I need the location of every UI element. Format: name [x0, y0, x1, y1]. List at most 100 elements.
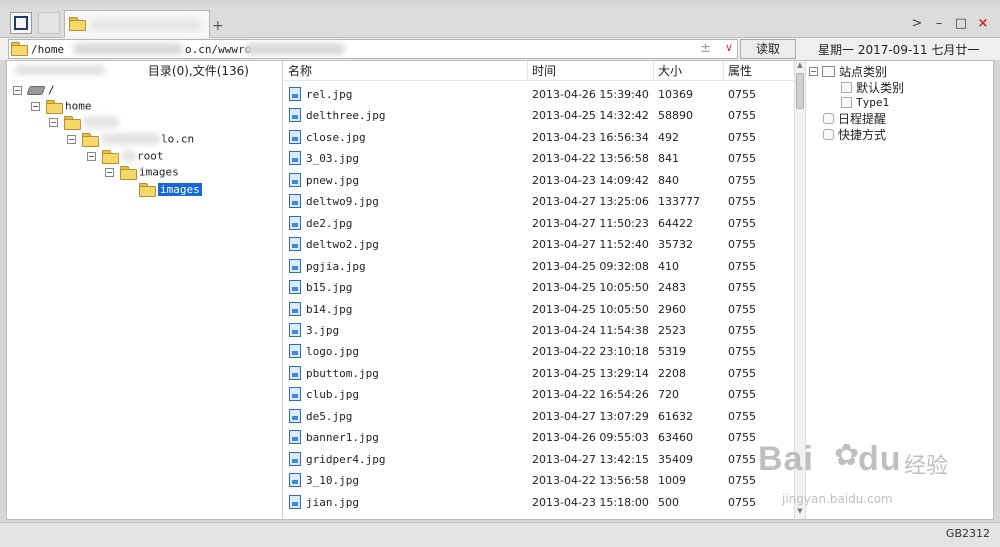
table-row[interactable]: 3_03.jpg 2013-04-22 13:56:58 841 0755	[284, 148, 789, 169]
minimize-button[interactable]: –	[930, 15, 948, 33]
encoding-label[interactable]: GB2312	[946, 527, 990, 540]
schedule-node[interactable]: 日程提醒	[823, 110, 886, 126]
file-attr: 0755	[728, 281, 756, 295]
scroll-up-icon[interactable]: ▲	[795, 61, 805, 73]
collapse-icon[interactable]: −	[49, 117, 58, 127]
table-row[interactable]: b15.jpg 2013-04-25 10:05:50 2483 0755	[284, 277, 789, 298]
file-time: 2013-04-26 09:55:03	[532, 431, 649, 445]
tree-node-root[interactable]: − /	[13, 83, 55, 99]
file-size: 410	[658, 259, 679, 273]
table-row[interactable]: deltwo9.jpg 2013-04-27 13:25:06 133777 0755	[284, 191, 789, 212]
column-time[interactable]: 时间	[528, 61, 654, 81]
tree-node-images[interactable]: − images	[105, 165, 179, 181]
table-row[interactable]: de2.jpg 2013-04-27 11:50:23 64422 0755	[284, 213, 789, 234]
table-row[interactable]: 3.jpg 2013-04-24 11:54:38 2523 0755	[284, 320, 789, 341]
table-row[interactable]: pgjia.jpg 2013-04-25 09:32:08 410 0755	[284, 256, 789, 277]
path-redacted	[245, 43, 345, 55]
chevron-right-icon[interactable]: >	[908, 15, 926, 33]
file-size: 2960	[658, 302, 686, 316]
image-file-icon	[289, 494, 301, 509]
file-time: 2013-04-23 16:56:34	[532, 130, 649, 144]
table-row[interactable]: pbuttom.jpg 2013-04-25 13:29:14 2208 0755	[284, 363, 789, 384]
file-name: gridper4.jpg	[306, 452, 386, 466]
scroll-thumb[interactable]	[796, 73, 804, 109]
file-size: 2208	[658, 366, 686, 380]
table-row[interactable]: deltwo2.jpg 2013-04-27 11:52:40 35732 0755	[284, 234, 789, 255]
table-row[interactable]: de5.jpg 2013-04-27 13:07:29 61632 0755	[284, 406, 789, 427]
file-list: 名称 时间 大小 属性 rel.jpg 2013-04-26 15:39:40 10…	[284, 61, 794, 519]
tab-bar: + > – □ ×	[0, 6, 1000, 38]
default-category-node[interactable]: 默认类别	[841, 79, 904, 95]
table-row[interactable]: jian.jpg 2013-04-23 15:18:00 500 0755	[284, 492, 789, 513]
tree-node-images-selected[interactable]: images	[139, 182, 202, 198]
collapse-icon[interactable]: −	[105, 167, 114, 177]
watermark-cn: 经验	[904, 454, 949, 479]
file-attr: 0755	[728, 302, 756, 316]
table-row[interactable]: delthree.jpg 2013-04-25 14:32:42 58890 0755	[284, 105, 789, 126]
file-time: 2013-04-25 10:05:50	[532, 302, 649, 316]
file-name: de5.jpg	[306, 409, 353, 423]
clock-icon	[823, 113, 834, 124]
table-row[interactable]: gridper4.jpg 2013-04-27 13:42:15 35409 0755	[284, 449, 789, 470]
site-category-node[interactable]: − 站点类别	[809, 63, 887, 79]
tab-active[interactable]	[64, 10, 210, 38]
maximize-button[interactable]: □	[952, 15, 970, 33]
tree-node-label: root	[137, 149, 164, 163]
path-middle: o.cn/wwwro	[185, 43, 252, 56]
tree-node-redacted[interactable]: −	[49, 115, 119, 131]
tree-node-label: /	[48, 83, 55, 97]
tree-node-label: lo.cn	[161, 132, 195, 146]
address-input[interactable]: /home o.cn/wwwro ± ∨	[8, 39, 738, 59]
image-file-icon	[289, 151, 301, 166]
type1-node[interactable]: Type1	[841, 95, 889, 111]
image-file-icon	[289, 87, 301, 101]
table-row[interactable]: rel.jpg 2013-04-26 15:39:40 10369 0755	[284, 84, 789, 105]
file-attr: 0755	[728, 88, 756, 101]
tree-node-label: home	[65, 99, 92, 113]
shortcuts-node[interactable]: 快捷方式	[823, 126, 886, 142]
read-button[interactable]: 读取	[740, 39, 796, 59]
collapse-icon[interactable]: −	[31, 101, 40, 111]
column-size[interactable]: 大小	[654, 61, 724, 81]
plus-minus-icon[interactable]: ±	[700, 41, 711, 56]
close-button[interactable]: ×	[974, 15, 992, 33]
file-time: 2013-04-25 13:29:14	[532, 366, 649, 380]
panel-toggle-button[interactable]	[10, 12, 32, 34]
collapse-icon[interactable]: −	[13, 85, 22, 95]
tree-node-domain[interactable]: − lo.cn	[67, 132, 194, 148]
tree-node-root-dir[interactable]: − root	[87, 149, 164, 165]
image-file-icon	[289, 237, 301, 252]
collapse-icon[interactable]: −	[67, 134, 76, 144]
new-tab-button[interactable]: +	[212, 18, 224, 34]
table-row[interactable]: club.jpg 2013-04-22 16:54:26 720 0755	[284, 384, 789, 405]
tree-node-label: images	[158, 182, 202, 196]
file-attr: 0755	[728, 323, 756, 337]
table-row[interactable]: b14.jpg 2013-04-25 10:05:50 2960 0755	[284, 299, 789, 320]
table-row[interactable]: pnew.jpg 2013-04-23 14:09:42 840 0755	[284, 170, 789, 191]
path-redacted	[73, 43, 183, 55]
collapse-icon[interactable]: −	[809, 67, 818, 76]
file-name: close.jpg	[306, 130, 366, 144]
column-name[interactable]: 名称	[284, 61, 528, 81]
tab-title-redacted	[91, 19, 201, 31]
table-row[interactable]: close.jpg 2013-04-23 16:56:34 492 0755	[284, 127, 789, 148]
table-row[interactable]: banner1.jpg 2013-04-26 09:55:03 63460 0755	[284, 427, 789, 448]
image-file-icon	[289, 280, 301, 295]
tree-node-home[interactable]: − home	[31, 99, 92, 115]
file-name: de2.jpg	[306, 216, 353, 230]
tab-blank[interactable]	[38, 12, 60, 34]
chevron-down-icon[interactable]: ∨	[725, 41, 733, 54]
file-name: logo.jpg	[306, 345, 359, 359]
table-row[interactable]: logo.jpg 2013-04-22 23:10:18 5319 0755	[284, 341, 789, 362]
default-category-label: 默认类别	[856, 81, 905, 95]
file-name: deltwo9.jpg	[306, 195, 379, 209]
column-attr[interactable]: 属性	[724, 61, 794, 81]
table-row[interactable]: 3_10.jpg 2013-04-22 13:56:58 1009 0755	[284, 470, 789, 491]
file-time: 2013-04-26 15:39:40	[532, 88, 649, 101]
file-size: 64422	[658, 216, 693, 230]
folder-icon	[11, 42, 28, 56]
folder-icon	[82, 133, 99, 147]
collapse-icon[interactable]: −	[87, 151, 96, 161]
image-file-icon	[289, 387, 301, 402]
file-time: 2013-04-22 16:54:26	[532, 388, 649, 402]
